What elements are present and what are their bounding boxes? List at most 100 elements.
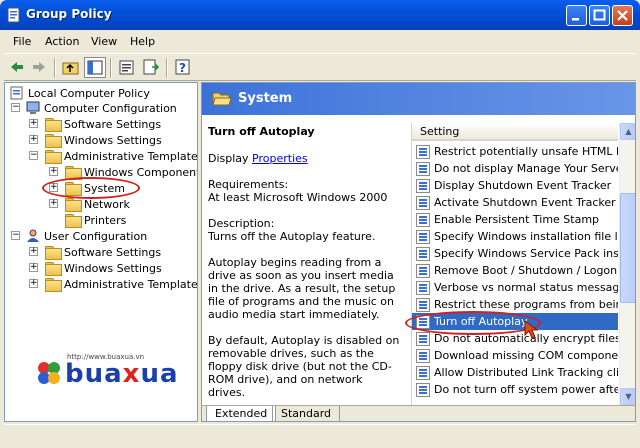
tree-item-computer-configuration[interactable]: Computer Configuration xyxy=(25,100,177,116)
collapse-toggle[interactable]: − xyxy=(11,231,20,240)
description-paragraph: By default, Autoplay is disabled on remo… xyxy=(208,334,400,399)
setting-row[interactable]: Specify Windows Service Pack installat xyxy=(412,245,618,262)
display-label: Display xyxy=(208,152,253,165)
folder-icon xyxy=(65,213,82,228)
export-list-icon xyxy=(143,59,160,75)
menu-file[interactable]: File xyxy=(13,35,31,48)
tree-item-printers[interactable]: Printers xyxy=(65,212,126,228)
folder-icon xyxy=(45,117,62,132)
scroll-down-button[interactable]: ▼ xyxy=(620,388,635,405)
scroll-up-button[interactable]: ▲ xyxy=(620,123,635,140)
vertical-scrollbar[interactable]: ▲ ▼ xyxy=(619,123,635,405)
logo-brand-part: ua xyxy=(140,359,179,389)
menu-help[interactable]: Help xyxy=(130,35,155,48)
policy-setting-icon xyxy=(416,348,430,363)
setting-label: Display Shutdown Event Tracker xyxy=(434,179,612,192)
forward-button[interactable] xyxy=(28,57,50,78)
policy-setting-icon xyxy=(416,246,430,261)
policy-setting-icon xyxy=(416,144,430,159)
expand-toggle[interactable]: + xyxy=(29,247,38,256)
collapse-toggle[interactable]: − xyxy=(29,151,38,160)
setting-row[interactable]: Verbose vs normal status messages xyxy=(412,279,618,296)
setting-label: Do not display Manage Your Server pa xyxy=(434,162,618,175)
setting-row[interactable]: Restrict potentially unsafe HTML Help xyxy=(412,143,618,160)
tree-item-network[interactable]: Network xyxy=(65,196,130,212)
policy-setting-icon xyxy=(416,331,430,346)
tree-item-software-settings[interactable]: Software Settings xyxy=(45,116,161,132)
highlight-ring xyxy=(405,311,541,335)
setting-row[interactable]: Activate Shutdown Event Tracker Syst xyxy=(412,194,618,211)
status-bar xyxy=(4,424,636,444)
export-list-button[interactable] xyxy=(140,57,162,78)
folder-icon xyxy=(45,245,62,260)
pane-header: System xyxy=(202,83,635,115)
show-hide-tree-button[interactable] xyxy=(84,57,106,78)
logo-brand-x: x xyxy=(122,359,141,389)
tree-item-user-administrative-templates[interactable]: Administrative Templates xyxy=(45,276,198,292)
setting-row[interactable]: Do not display Manage Your Server pa xyxy=(412,160,618,177)
collapse-toggle[interactable]: − xyxy=(11,103,20,112)
folder-icon xyxy=(45,261,62,276)
setting-row[interactable]: Restrict these programs from being lau xyxy=(412,296,618,313)
policy-setting-icon xyxy=(416,263,430,278)
toolbar-separator xyxy=(110,58,112,78)
tree-item-local-computer-policy[interactable]: Local Computer Policy xyxy=(9,85,150,101)
expand-toggle[interactable]: + xyxy=(49,199,58,208)
setting-row[interactable]: Specify Windows installation file locati… xyxy=(412,228,618,245)
tree-item-windows-settings[interactable]: Windows Settings xyxy=(45,132,162,148)
up-one-level-button[interactable] xyxy=(60,57,82,78)
expand-toggle[interactable]: + xyxy=(29,263,38,272)
properties-link[interactable]: Properties xyxy=(252,152,308,165)
setting-label: Download missing COM components xyxy=(434,349,618,362)
back-button[interactable] xyxy=(6,57,28,78)
help-button[interactable]: ? xyxy=(172,57,194,78)
tab-extended[interactable]: Extended xyxy=(206,406,277,421)
description-paragraph: Autoplay begins reading from a drive as … xyxy=(208,256,396,321)
setting-row[interactable]: Display Shutdown Event Tracker xyxy=(412,177,618,194)
logo-brand-part: bua xyxy=(65,359,123,389)
help-icon: ? xyxy=(175,59,190,75)
menu-action[interactable]: Action xyxy=(45,35,79,48)
setting-row[interactable]: Remove Boot / Shutdown / Logon / Lo xyxy=(412,262,618,279)
expand-toggle[interactable]: + xyxy=(29,135,38,144)
setting-row[interactable]: Enable Persistent Time Stamp xyxy=(412,211,618,228)
view-tabs: Extended Standard xyxy=(202,405,635,421)
pane-title: System xyxy=(238,91,293,106)
folder-icon xyxy=(45,149,62,164)
mouse-cursor-icon xyxy=(524,320,539,339)
expand-toggle[interactable]: + xyxy=(29,279,38,288)
tree-item-administrative-templates[interactable]: Administrative Templates xyxy=(45,148,197,164)
tab-standard[interactable]: Standard xyxy=(272,406,341,421)
properties-button[interactable] xyxy=(116,57,138,78)
expand-toggle[interactable]: + xyxy=(49,167,58,176)
tree-label: Computer Configuration xyxy=(44,101,177,115)
minimize-button[interactable] xyxy=(566,5,587,26)
setting-label: Specify Windows installation file locati… xyxy=(434,230,618,243)
expand-toggle[interactable]: + xyxy=(29,119,38,128)
tree-item-user-windows-settings[interactable]: Windows Settings xyxy=(45,260,162,276)
computer-icon xyxy=(26,101,40,114)
scroll-thumb[interactable] xyxy=(620,193,635,303)
tree-label: Administrative Templates xyxy=(64,277,198,291)
setting-label: Restrict these programs from being lau xyxy=(434,298,618,311)
maximize-button[interactable] xyxy=(589,5,610,26)
forward-arrow-icon xyxy=(33,62,45,72)
console-tree-icon xyxy=(87,60,103,75)
tree-label: Software Settings xyxy=(64,245,162,259)
column-header-setting[interactable]: Setting xyxy=(412,123,618,141)
setting-label: Specify Windows Service Pack installat xyxy=(434,247,618,260)
setting-row[interactable]: Allow Distributed Link Tracking clients … xyxy=(412,364,618,381)
buaxua-logo: http://www.buaxua.vn buaxua xyxy=(35,353,185,413)
setting-label: Restrict potentially unsafe HTML Help xyxy=(434,145,618,158)
tree-item-user-software-settings[interactable]: Software Settings xyxy=(45,244,161,260)
setting-row[interactable]: Do not turn off system power after a W xyxy=(412,381,618,398)
close-button[interactable] xyxy=(612,5,633,26)
logo-mark-icon xyxy=(38,362,60,384)
open-folder-icon xyxy=(212,92,232,106)
menu-view[interactable]: View xyxy=(91,35,117,48)
policy-setting-icon xyxy=(416,178,430,193)
setting-heading: Turn off Autoplay xyxy=(208,125,315,138)
tree-item-user-configuration[interactable]: User Configuration xyxy=(25,228,147,244)
setting-row[interactable]: Download missing COM components xyxy=(412,347,618,364)
close-icon xyxy=(617,10,628,21)
